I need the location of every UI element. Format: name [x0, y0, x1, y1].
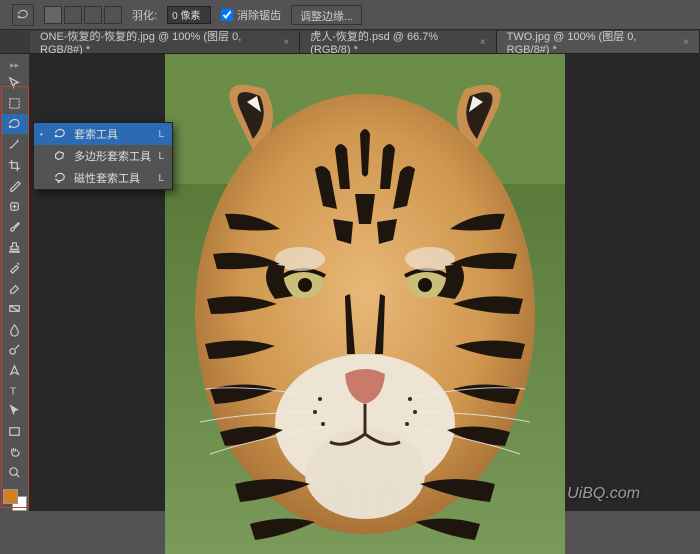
- svg-text:T: T: [10, 386, 17, 397]
- watermark: UiBQ.com: [567, 485, 640, 503]
- options-bar: 羽化: 消除锯齿 调整边缘...: [0, 0, 700, 30]
- lasso-icon: [16, 8, 30, 22]
- tools-panel: ▸▸ T: [0, 54, 30, 511]
- flyout-label: 套索工具: [74, 126, 152, 142]
- wand-tool[interactable]: [2, 134, 28, 154]
- zoom-tool[interactable]: [2, 462, 28, 482]
- antialias-check-input[interactable]: [221, 9, 233, 21]
- flyout-lasso[interactable]: • 套索工具 L: [34, 123, 172, 145]
- flyout-poly-lasso[interactable]: 多边形套索工具 L: [34, 145, 172, 167]
- move-tool[interactable]: [2, 73, 28, 93]
- selected-dot-icon: •: [40, 130, 46, 139]
- flyout-label: 磁性套索工具: [74, 170, 152, 186]
- antialias-checkbox[interactable]: 消除锯齿: [221, 7, 281, 23]
- rectangle-tool[interactable]: [2, 421, 28, 441]
- panel-grip[interactable]: ▸▸: [0, 58, 29, 73]
- flyout-shortcut: L: [158, 173, 164, 184]
- foreground-color-swatch[interactable]: [3, 489, 18, 504]
- tab-label: 虎人-恢复的.psd @ 66.7%(RGB/8) *: [310, 28, 474, 56]
- tab-one[interactable]: ONE-恢复的-恢复的.jpg @ 100% (图层 0, RGB/8#) * …: [30, 31, 300, 53]
- healing-tool[interactable]: [2, 196, 28, 216]
- brush-tool[interactable]: [2, 216, 28, 236]
- lasso-tool[interactable]: [2, 114, 28, 134]
- mode-sub-icon[interactable]: [84, 6, 102, 24]
- document-tabs: ONE-恢复的-恢复的.jpg @ 100% (图层 0, RGB/8#) * …: [0, 30, 700, 54]
- mode-add-icon[interactable]: [64, 6, 82, 24]
- close-icon[interactable]: ×: [480, 37, 486, 48]
- pen-tool[interactable]: [2, 360, 28, 380]
- refine-edge-button[interactable]: 调整边缘...: [291, 5, 362, 25]
- poly-lasso-icon: [52, 149, 68, 163]
- tab-tiger-person[interactable]: 虎人-恢复的.psd @ 66.7%(RGB/8) * ×: [300, 31, 496, 53]
- workspace: ▸▸ T • 套索工具 L: [0, 54, 700, 511]
- mag-lasso-icon: [52, 171, 68, 185]
- flyout-label: 多边形套索工具: [74, 148, 152, 164]
- tiger-image: [165, 54, 565, 554]
- history-brush-tool[interactable]: [2, 257, 28, 277]
- hand-tool[interactable]: [2, 442, 28, 462]
- lasso-flyout-menu: • 套索工具 L 多边形套索工具 L 磁性套索工具 L: [33, 122, 173, 190]
- selection-mode-icons[interactable]: [44, 6, 122, 24]
- tab-label: ONE-恢复的-恢复的.jpg @ 100% (图层 0, RGB/8#) *: [40, 28, 277, 56]
- canvas-image: [165, 54, 565, 554]
- close-icon[interactable]: ×: [283, 37, 289, 48]
- tab-two[interactable]: TWO.jpg @ 100% (图层 0, RGB/8#) * ×: [497, 31, 700, 53]
- mode-new-icon[interactable]: [44, 6, 62, 24]
- crop-tool[interactable]: [2, 155, 28, 175]
- eyedropper-tool[interactable]: [2, 175, 28, 195]
- flyout-mag-lasso[interactable]: 磁性套索工具 L: [34, 167, 172, 189]
- antialias-label: 消除锯齿: [237, 7, 281, 23]
- feather-label: 羽化:: [132, 7, 157, 23]
- stamp-tool[interactable]: [2, 237, 28, 257]
- type-tool[interactable]: T: [2, 380, 28, 400]
- color-swatches[interactable]: [3, 489, 27, 511]
- flyout-shortcut: L: [158, 129, 164, 140]
- lasso-icon: [52, 127, 68, 141]
- marquee-tool[interactable]: [2, 93, 28, 113]
- blur-tool[interactable]: [2, 319, 28, 339]
- close-icon[interactable]: ×: [683, 37, 689, 48]
- tool-preset-button[interactable]: [12, 4, 34, 26]
- mode-intersect-icon[interactable]: [104, 6, 122, 24]
- tab-label: TWO.jpg @ 100% (图层 0, RGB/8#) *: [507, 28, 677, 56]
- gradient-tool[interactable]: [2, 298, 28, 318]
- feather-input[interactable]: [167, 6, 211, 24]
- dodge-tool[interactable]: [2, 339, 28, 359]
- path-select-tool[interactable]: [2, 401, 28, 421]
- flyout-shortcut: L: [158, 151, 164, 162]
- eraser-tool[interactable]: [2, 278, 28, 298]
